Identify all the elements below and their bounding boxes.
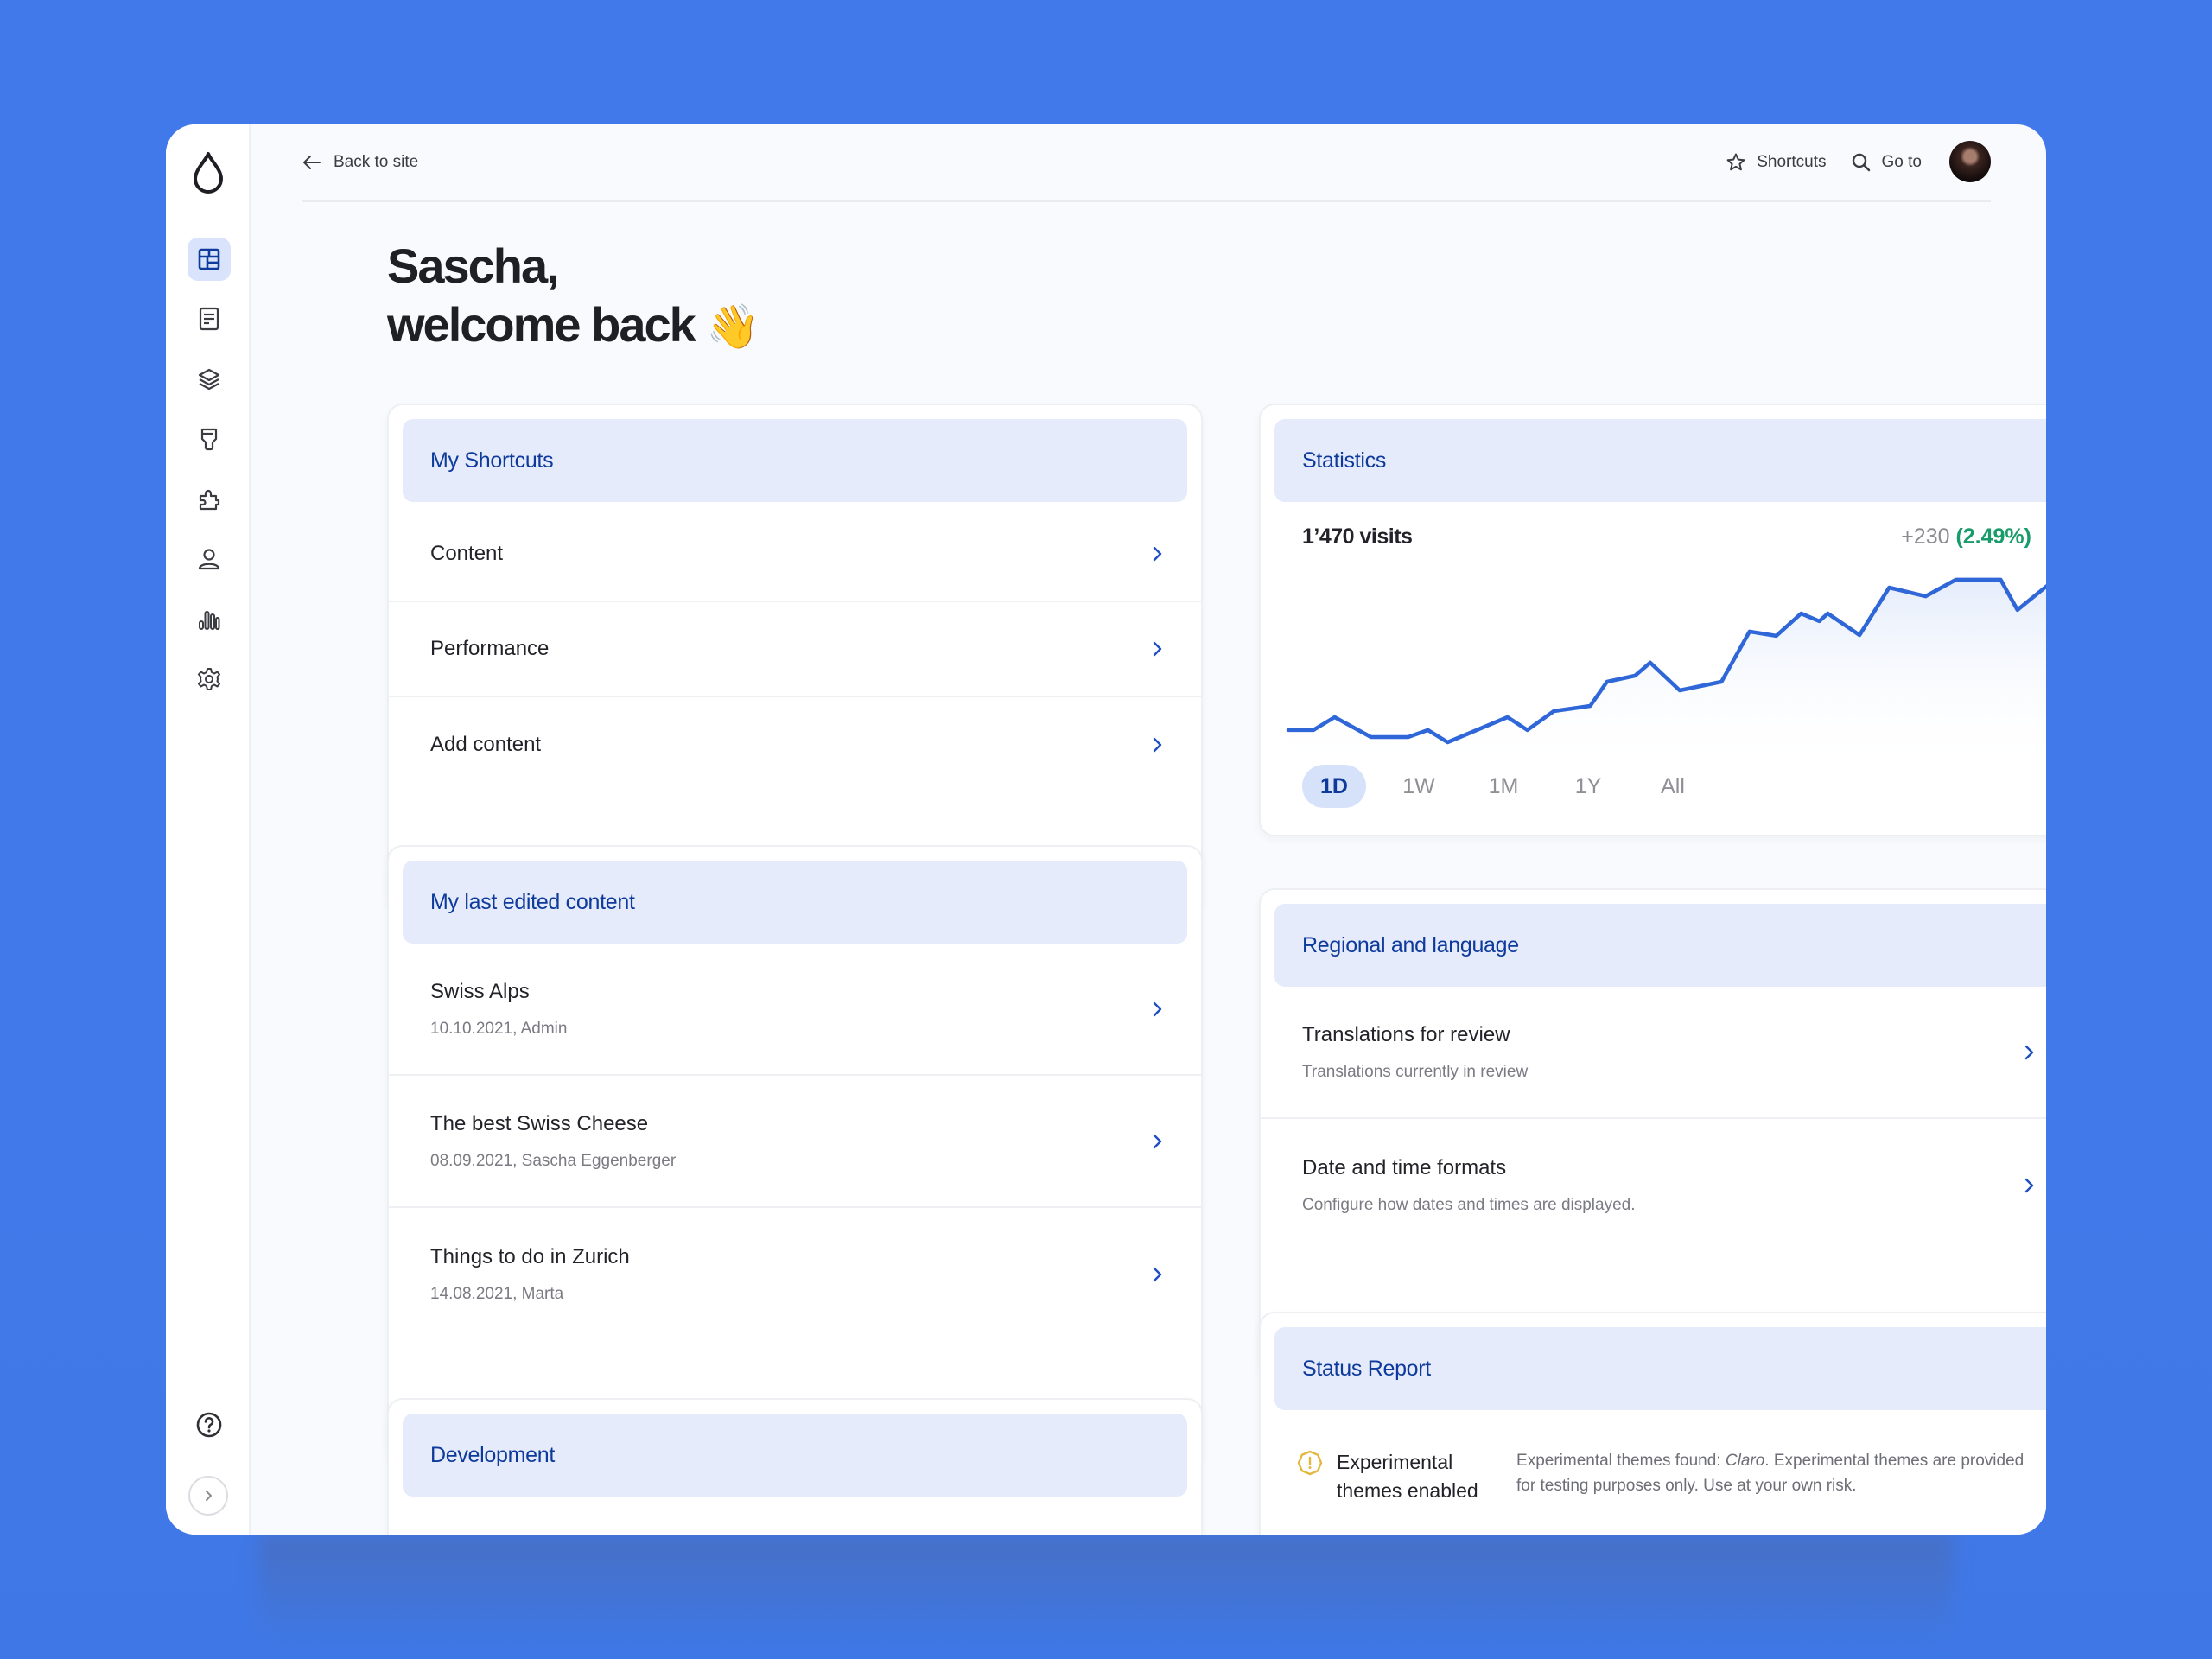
user-avatar[interactable]	[1949, 141, 1991, 182]
chevron-right-icon	[1153, 1267, 1162, 1281]
content-meta: 08.09.2021, Sascha Eggenberger	[430, 1151, 677, 1170]
regional-card: Regional and language Translations for r…	[1259, 888, 2046, 1381]
last-edited-list: Swiss Alps 10.10.2021, Admin The best Sw…	[389, 944, 1201, 1340]
status-report-card-header: Status Report	[1274, 1327, 2046, 1410]
shortcuts-card: My Shortcuts Content Performance Add con…	[387, 404, 1203, 912]
regional-list: Translations for review Translations cur…	[1261, 987, 2046, 1251]
shortcuts-list: Content Performance Add content	[389, 507, 1201, 792]
sidebar-item-reports[interactable]	[188, 598, 231, 641]
status-item-description: Experimental themes found: Claro. Experi…	[1516, 1448, 2038, 1505]
chevron-right-icon	[2024, 1178, 2034, 1192]
shortcuts-button[interactable]: Shortcuts	[1726, 152, 1827, 173]
arrow-left-icon	[303, 156, 321, 169]
sidebar-item-appearance[interactable]	[188, 417, 231, 461]
shortcut-item-add-content[interactable]: Add content	[389, 697, 1201, 792]
help-icon	[196, 1412, 222, 1438]
statistics-card: Statistics 1’470 visits +230 (2.49%) 1D …	[1259, 404, 2046, 836]
status-desc-prefix: Experimental themes found:	[1516, 1452, 1726, 1470]
chevron-right-icon	[1153, 546, 1162, 562]
regional-item-title: Date and time formats	[1302, 1155, 1507, 1179]
list-item[interactable]: Swiss Alps 10.10.2021, Admin	[389, 944, 1201, 1076]
dashboard-icon	[198, 248, 220, 270]
greeting-line-1: Sascha,	[387, 238, 560, 293]
greeting-line-2: welcome back	[387, 297, 696, 352]
shortcuts-label: Shortcuts	[1757, 153, 1827, 171]
goto-label: Go to	[1881, 153, 1922, 171]
range-tab-all[interactable]: All	[1641, 765, 1705, 808]
last-edited-card-header: My last edited content	[403, 861, 1187, 944]
range-tab-1w[interactable]: 1W	[1387, 765, 1451, 808]
window-shadow	[259, 1535, 1953, 1647]
sidebar	[166, 124, 251, 1535]
star-icon	[1726, 153, 1745, 171]
regional-item-title: Translations for review	[1302, 1022, 1510, 1046]
content-title: Things to do in Zurich	[430, 1244, 630, 1268]
waving-hand-icon: 👋	[706, 302, 760, 351]
range-tab-1y[interactable]: 1Y	[1556, 765, 1620, 808]
chevron-right-icon	[1153, 641, 1162, 657]
main-content: Back to site Shortcuts Go to Sascha, wel…	[251, 124, 2046, 1535]
list-item[interactable]: The best Swiss Cheese 08.09.2021, Sascha…	[389, 1076, 1201, 1208]
drupal-drop-icon[interactable]	[192, 150, 225, 194]
shortcut-item-content[interactable]: Content	[389, 507, 1201, 602]
chevron-right-icon	[1153, 1001, 1162, 1016]
expand-sidebar-button[interactable]	[188, 1476, 228, 1516]
extend-puzzle-icon	[199, 489, 220, 511]
back-to-site-link[interactable]: Back to site	[302, 153, 418, 172]
list-item[interactable]: Translations for review Translations cur…	[1261, 987, 2046, 1119]
range-tab-1d[interactable]: 1D	[1302, 765, 1366, 808]
content-icon	[199, 307, 219, 331]
content-meta: 10.10.2021, Admin	[430, 1019, 568, 1038]
development-card: Development	[387, 1398, 1203, 1535]
structure-layers-icon	[198, 368, 220, 391]
content-title: The best Swiss Cheese	[430, 1111, 649, 1135]
status-report-card: Status Report Experimental themes enable…	[1259, 1312, 2046, 1535]
appearance-brush-icon	[200, 428, 218, 451]
regional-card-header: Regional and language	[1274, 904, 2046, 987]
chart-area-fill	[1288, 579, 2046, 768]
configuration-gear-icon	[198, 668, 220, 690]
reports-chart-icon	[199, 611, 220, 630]
range-tab-1m[interactable]: 1M	[1471, 765, 1535, 808]
goto-button[interactable]: Go to	[1851, 152, 1922, 173]
shortcut-label: Content	[430, 542, 504, 565]
shortcuts-card-header: My Shortcuts	[403, 419, 1187, 502]
app-window: Back to site Shortcuts Go to Sascha, wel…	[166, 124, 2046, 1535]
shortcut-label: Performance	[430, 637, 550, 660]
chevron-right-icon	[2024, 1045, 2034, 1059]
status-item: Experimental themes enabled Experimental…	[1261, 1410, 2046, 1505]
warning-icon	[1297, 1450, 1323, 1476]
last-edited-card: My last edited content Swiss Alps 10.10.…	[387, 845, 1203, 1467]
people-icon	[198, 549, 220, 570]
topbar-actions: Shortcuts Go to	[1726, 141, 1991, 182]
sidebar-item-configuration[interactable]	[188, 658, 231, 701]
regional-item-desc: Configure how dates and times are displa…	[1302, 1195, 1636, 1214]
regional-item-desc: Translations currently in review	[1302, 1062, 1529, 1081]
page-title: Sascha, welcome back 👋	[387, 237, 760, 356]
sidebar-item-content[interactable]	[188, 297, 231, 340]
sidebar-item-dashboard[interactable]	[188, 238, 231, 281]
topbar: Back to site Shortcuts Go to	[302, 124, 1991, 202]
content-title: Swiss Alps	[430, 979, 530, 1003]
shortcut-label: Add content	[430, 733, 542, 756]
shortcut-item-performance[interactable]: Performance	[389, 602, 1201, 697]
search-icon	[1852, 153, 1870, 172]
development-card-header: Development	[403, 1414, 1187, 1497]
time-range-selector: 1D 1W 1M 1Y All	[1302, 765, 1705, 808]
list-item[interactable]: Things to do in Zurich 14.08.2021, Marta	[389, 1208, 1201, 1340]
visits-chart	[1286, 577, 2046, 768]
sidebar-item-people[interactable]	[188, 537, 231, 581]
status-desc-theme[interactable]: Claro	[1726, 1452, 1764, 1470]
chevron-right-icon	[206, 1491, 212, 1501]
sidebar-item-extend[interactable]	[188, 478, 231, 521]
back-to-site-label: Back to site	[334, 153, 419, 171]
chevron-right-icon	[1153, 1134, 1162, 1148]
sidebar-item-structure[interactable]	[188, 358, 231, 401]
chevron-right-icon	[1153, 737, 1162, 753]
content-meta: 14.08.2021, Marta	[430, 1284, 564, 1303]
help-button[interactable]	[188, 1403, 231, 1446]
status-item-title: Experimental themes enabled	[1337, 1451, 1478, 1502]
list-item[interactable]: Date and time formats Configure how date…	[1261, 1119, 2046, 1251]
